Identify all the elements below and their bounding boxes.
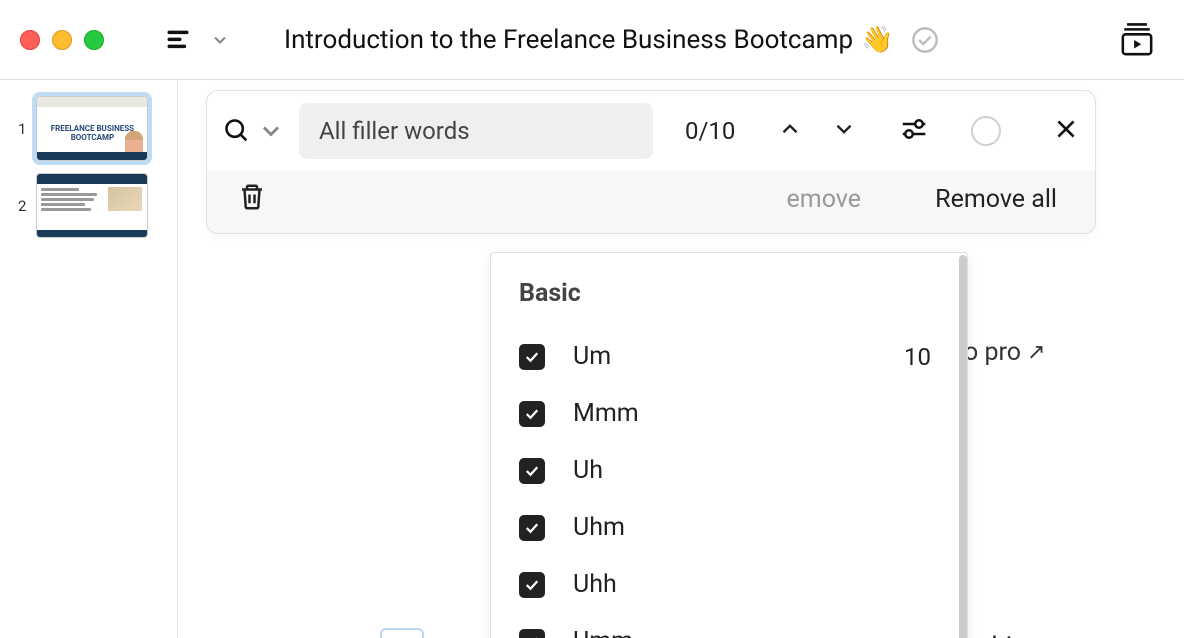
filler-word-option[interactable]: Uhh [491,556,967,613]
transcript-text-fragment: t this [968,632,1026,638]
slide-thumbnail-2[interactable]: 2 [0,171,177,248]
document-title: Introduction to the Freelance Business B… [284,25,893,55]
dropdown-scrollbar[interactable] [959,255,967,638]
checkbox-icon[interactable] [519,458,545,484]
filler-words-dropdown: Basic Um 10 Mmm Uh Uhm Uhh Umm [490,252,968,638]
minimize-window-button[interactable] [52,30,72,50]
filler-word-count: 10 [904,343,931,371]
slide-number: 1 [18,120,26,138]
prev-result-button[interactable] [777,116,803,146]
maximize-window-button[interactable] [84,30,104,50]
checkbox-icon[interactable] [519,344,545,370]
filler-word-option[interactable]: Uhm [491,499,967,556]
slide-preview[interactable]: FREELANCE BUSINESS BOOTCAMP [36,96,148,161]
slide-preview[interactable] [36,173,148,238]
filter-settings-icon[interactable] [899,114,929,148]
filler-word-label: Uh [573,456,939,485]
close-window-button[interactable] [20,30,40,50]
filler-word-option[interactable]: Uh [491,442,967,499]
chevron-down-icon[interactable] [257,117,285,145]
app-logo-icon[interactable] [164,24,196,56]
record-indicator-icon[interactable] [971,116,1001,146]
checkbox-icon[interactable] [519,572,545,598]
filler-word-option[interactable]: Umm [491,613,967,638]
title-text: Introduction to the Freelance Business B… [284,25,853,55]
slide-sidebar: 1 FREELANCE BUSINESS BOOTCAMP 2 [0,80,178,638]
filler-word-label: Uhm [573,513,939,542]
speaker-marker: / + [380,628,455,638]
remove-all-button[interactable]: Remove all [935,185,1057,214]
search-panel: All filler words 0/10 [206,90,1096,234]
filler-word-label: Um [573,342,876,371]
go-pro-link[interactable]: o pro ↗ [964,338,1045,367]
wave-emoji-icon: 👋 [861,25,893,55]
speaker-label[interactable]: / [380,628,424,638]
filler-word-label: Mmm [573,399,939,428]
search-input[interactable]: All filler words [299,103,653,159]
next-result-button[interactable] [831,116,857,146]
filler-word-label: Umm [573,627,939,638]
delete-icon[interactable] [237,181,267,217]
sync-status-icon[interactable] [911,26,939,54]
external-link-icon: ↗ [1027,340,1045,365]
slide-thumbnail-1[interactable]: 1 FREELANCE BUSINESS BOOTCAMP [0,94,177,171]
checkbox-icon[interactable] [519,515,545,541]
search-icon[interactable] [223,117,285,145]
filler-word-option[interactable]: Um 10 [491,328,967,385]
filler-word-option[interactable]: Mmm [491,385,967,442]
add-speaker-icon[interactable]: + [438,633,455,638]
filler-word-label: Uhh [573,570,939,599]
close-search-button[interactable] [1053,116,1079,146]
checkbox-icon[interactable] [519,401,545,427]
project-dropdown-icon[interactable] [206,26,234,54]
slide-number: 2 [18,197,26,215]
play-preview-icon[interactable] [1120,23,1154,57]
titlebar: Introduction to the Freelance Business B… [0,0,1184,80]
content-area: All filler words 0/10 [178,80,1184,638]
remove-button-partial[interactable]: emove [787,185,861,214]
window-controls [20,30,104,50]
checkbox-icon[interactable] [519,629,545,638]
dropdown-section-header: Basic [491,273,967,328]
search-count: 0/10 [685,117,735,145]
